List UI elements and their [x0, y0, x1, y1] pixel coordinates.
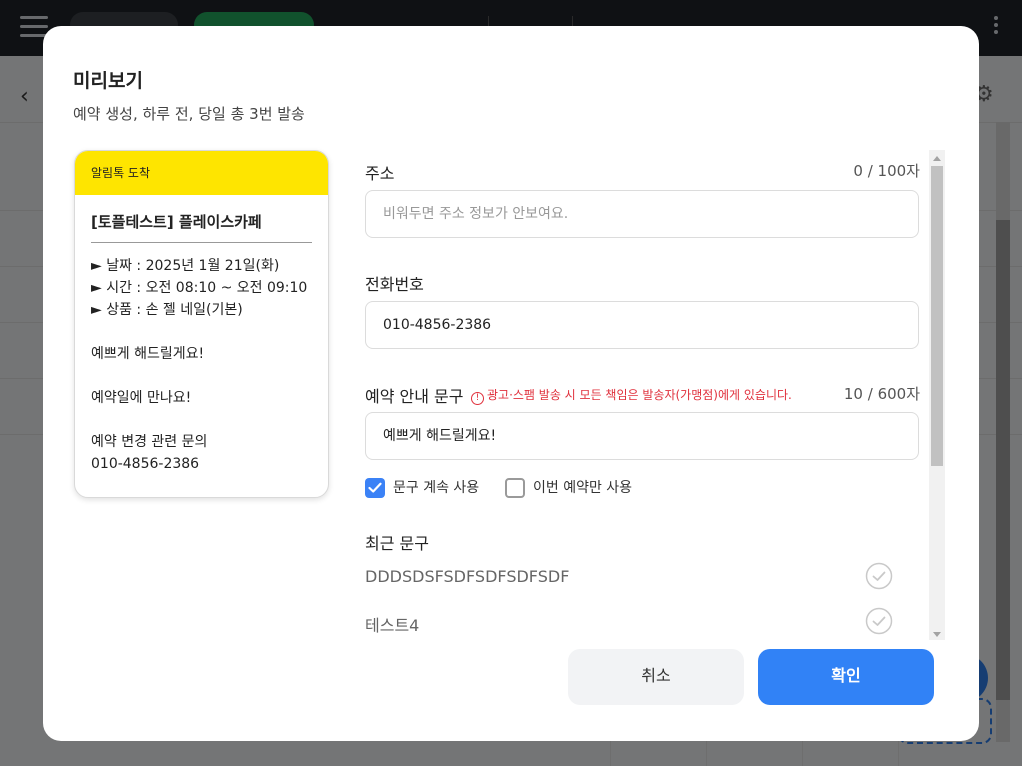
select-check-icon[interactable] — [865, 562, 893, 590]
card-inquiry-phone: 010-4856-2386 — [91, 456, 200, 472]
this-booking-only-checkbox[interactable] — [505, 478, 525, 498]
address-char-count: 0 / 100자 — [853, 162, 920, 180]
notice-char-count: 10 / 600자 — [843, 385, 920, 403]
alimtalk-preview-card: 알림톡 도착 [토플테스트] 플레이스카페 ► 날짜 : 2025년 1월 21… — [74, 150, 329, 498]
select-check-icon[interactable] — [865, 607, 893, 635]
card-header: 알림톡 도착 — [75, 151, 328, 195]
address-input[interactable]: 비워두면 주소 정보가 안보여요. — [365, 190, 919, 238]
keep-message-checkbox[interactable] — [365, 478, 385, 498]
message-form: 주소 0 / 100자 비워두면 주소 정보가 안보여요. 전화번호 010-4… — [365, 150, 920, 640]
scroll-down-arrow-icon[interactable] — [933, 632, 941, 637]
card-inquiry-label: 예약 변경 관련 문의 — [91, 434, 208, 450]
recent-message-item[interactable]: 테스트4 — [365, 612, 419, 636]
modal-subtitle: 예약 생성, 하루 전, 당일 총 3번 발송 — [73, 105, 305, 123]
this-booking-only-label[interactable]: 이번 예약만 사용 — [533, 478, 632, 498]
warning-icon: ! — [471, 392, 484, 405]
address-label: 주소 — [365, 164, 395, 183]
preview-modal: 미리보기 예약 생성, 하루 전, 당일 총 3번 발송 알림톡 도착 [토플테… — [43, 26, 979, 741]
modal-title: 미리보기 — [73, 70, 143, 92]
card-time-line: ► 시간 : 오전 08:10 ~ 오전 09:10 — [91, 280, 308, 296]
phone-label: 전화번호 — [365, 275, 424, 294]
card-product-line: ► 상품 : 손 젤 네일(기본) — [91, 302, 243, 318]
card-title: [토플테스트] 플레이스카페 — [91, 211, 312, 243]
notice-label: 예약 안내 문구 — [365, 387, 464, 406]
keep-message-label[interactable]: 문구 계속 사용 — [393, 478, 479, 498]
card-closing: 예약일에 만나요! — [91, 390, 192, 406]
cancel-button[interactable]: 취소 — [568, 649, 744, 705]
form-scrollbar-thumb[interactable] — [931, 166, 943, 466]
confirm-button[interactable]: 확인 — [758, 649, 934, 705]
notice-input[interactable]: 예쁘게 해드릴게요! — [365, 412, 919, 460]
check-icon — [368, 482, 382, 493]
phone-input[interactable]: 010-4856-2386 — [365, 301, 919, 349]
recent-messages-label: 최근 문구 — [365, 534, 429, 553]
scroll-up-arrow-icon[interactable] — [933, 156, 941, 161]
card-date-line: ► 날짜 : 2025년 1월 21일(화) — [91, 258, 280, 274]
spam-warning-text: 광고·스팸 발송 시 모든 책임은 발송자(가맹점)에게 있습니다. — [487, 388, 792, 402]
recent-message-item[interactable]: DDDSDSFSDFSDFSDFSDF — [365, 567, 569, 586]
card-body: [토플테스트] 플레이스카페 ► 날짜 : 2025년 1월 21일(화) ► … — [75, 195, 328, 475]
spam-warning: ! 광고·스팸 발송 시 모든 책임은 발송자(가맹점)에게 있습니다. — [471, 386, 792, 405]
card-message: 예쁘게 해드릴게요! — [91, 346, 205, 362]
